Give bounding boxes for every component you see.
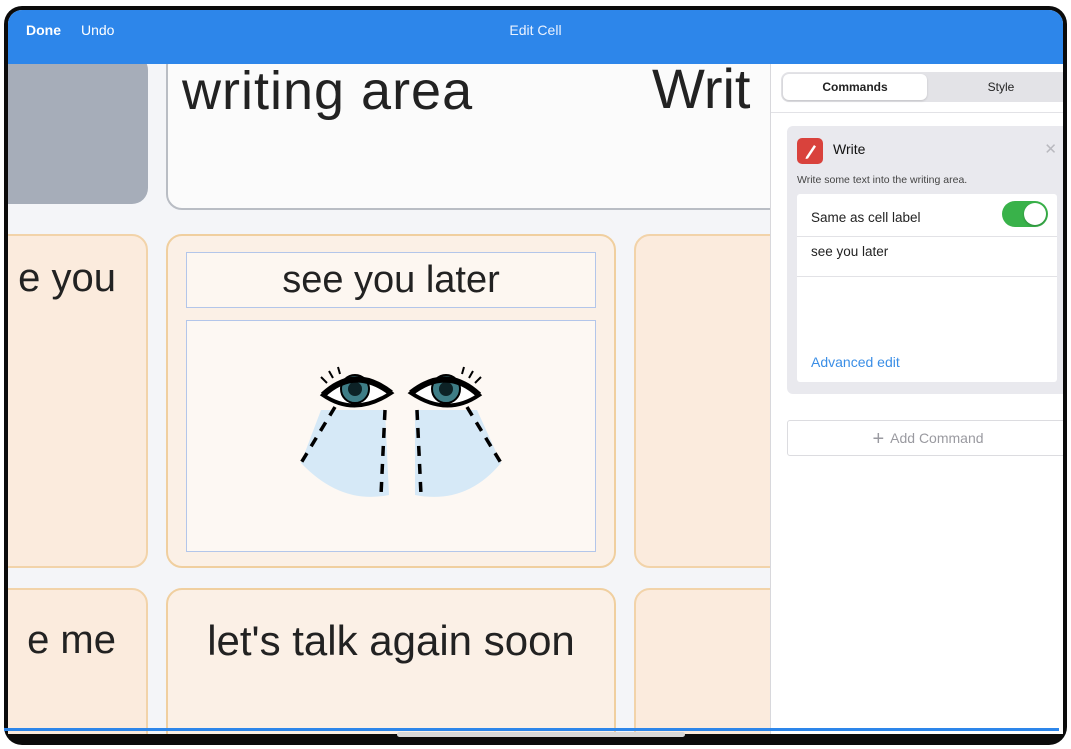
- write-text-field[interactable]: see you later: [811, 244, 1047, 270]
- edit-cell-panel: Commands Style Write ✕ Write some text i…: [770, 64, 1063, 734]
- toggle-knob: [1024, 203, 1046, 225]
- pencil-icon: [797, 138, 823, 164]
- cell-grid: writing area Writ e you see you later e …: [8, 64, 770, 734]
- writing-area-text: writing area: [182, 64, 474, 121]
- divider: [797, 236, 1057, 237]
- grid-cell-right[interactable]: [634, 234, 770, 568]
- cell-label-box[interactable]: see you later: [186, 252, 596, 308]
- add-command-label: Add Command: [890, 430, 984, 446]
- app-screen: Done Undo Edit Cell writing area Writ e …: [8, 10, 1063, 734]
- plus-icon: +: [872, 428, 885, 450]
- advanced-edit-link[interactable]: Advanced edit: [811, 354, 900, 370]
- cell-image-box[interactable]: [186, 320, 596, 552]
- selected-cell[interactable]: see you later: [166, 234, 616, 568]
- crying-eyes-icon: [299, 366, 503, 497]
- command-description: Write some text into the writing area.: [797, 174, 968, 186]
- writing-area-cell[interactable]: writing area Writ: [166, 64, 770, 210]
- tab-commands[interactable]: Commands: [783, 74, 927, 100]
- screen-bottom-edge: [4, 728, 1059, 731]
- top-navigation-bar: Done Undo Edit Cell: [8, 10, 1063, 64]
- device-frame: Done Undo Edit Cell writing area Writ e …: [4, 6, 1067, 745]
- page-title: Edit Cell: [509, 22, 562, 38]
- grid-cell-me[interactable]: e me: [8, 588, 148, 734]
- write-command-card: Write ✕ Write some text into the writing…: [787, 126, 1063, 394]
- divider: [771, 112, 1063, 113]
- grid-cell-label: e you: [18, 256, 116, 300]
- home-indicator[interactable]: [397, 732, 685, 737]
- tab-style[interactable]: Style: [929, 74, 1063, 100]
- grid-cell-gray[interactable]: [8, 64, 148, 204]
- grid-cell-right-bottom[interactable]: [634, 588, 770, 734]
- command-title: Write: [833, 141, 866, 157]
- close-icon[interactable]: ✕: [1044, 140, 1057, 158]
- grid-cell-talk-again[interactable]: let's talk again soon: [166, 588, 616, 734]
- grid-cell-label: let's talk again soon: [207, 617, 575, 664]
- grid-cell-label: e me: [27, 618, 116, 662]
- same-as-label-text: Same as cell label: [811, 210, 921, 225]
- same-as-label-toggle[interactable]: [1002, 201, 1048, 227]
- grid-cell-see-you[interactable]: e you: [8, 234, 148, 568]
- segmented-control: Commands Style: [781, 72, 1063, 102]
- command-options: Same as cell label see you later Advance…: [797, 194, 1057, 382]
- add-command-button[interactable]: + Add Command: [787, 420, 1063, 456]
- divider: [797, 276, 1057, 277]
- write-cell-label: Writ: [652, 64, 751, 120]
